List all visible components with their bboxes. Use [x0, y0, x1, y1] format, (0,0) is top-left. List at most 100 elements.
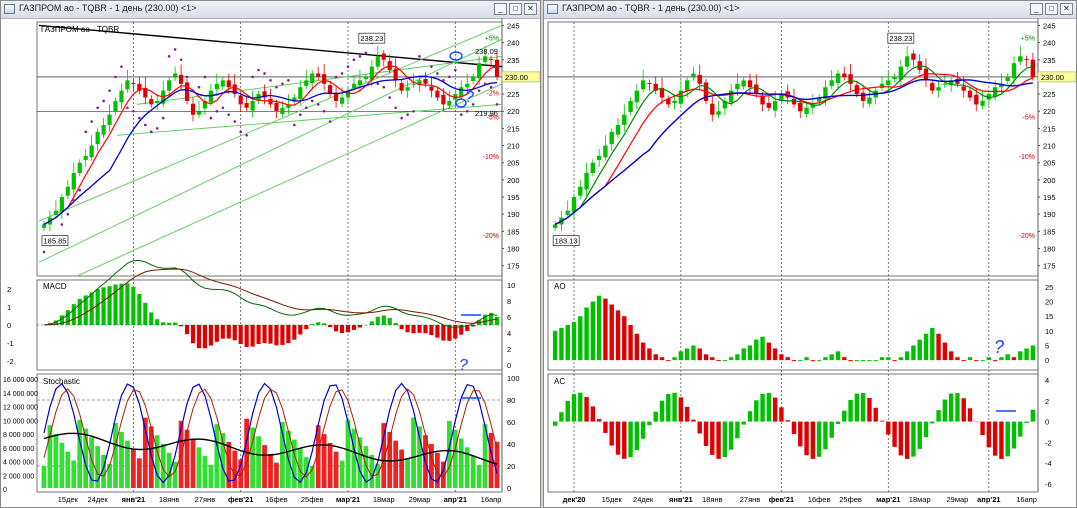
- ao-bar-up: [1005, 354, 1010, 361]
- volume-tick-label: 6 000 000: [3, 446, 34, 453]
- candle-down: [184, 82, 190, 101]
- right-chart-canvas[interactable]: дек'20 15дек 24дек янв'21 18янв 27янв фев'21 16…: [544, 18, 1077, 508]
- minimize-button[interactable]: _: [494, 3, 507, 15]
- candle-down: [747, 80, 753, 88]
- candle-down: [798, 103, 803, 112]
- maximize-button[interactable]: □: [1045, 3, 1058, 15]
- price-tick-label: 175: [1043, 262, 1056, 271]
- candle-up: [477, 63, 482, 79]
- ac-bar-down: [898, 421, 904, 456]
- ac-bar-down: [879, 420, 885, 422]
- candle-up: [741, 80, 746, 87]
- macd-bar-up: [131, 287, 136, 325]
- ac-bar-up: [722, 421, 728, 457]
- ac-bar-down: [886, 421, 891, 435]
- date-tick-label: 25фев: [301, 495, 324, 504]
- peak-callout: 238.23: [889, 34, 912, 43]
- ao-bar-up: [867, 360, 872, 362]
- ao-bar-down: [647, 348, 652, 361]
- right-title-bar[interactable]: ГАЗПРОМ ао - TQBR - 1 день (230.00) <1> …: [544, 1, 1076, 19]
- ao-bar-down: [697, 348, 702, 361]
- sar-dot: [126, 106, 129, 110]
- candle-up: [339, 97, 345, 104]
- ac-bar-up: [754, 400, 759, 422]
- sar-dot: [161, 116, 165, 120]
- ao-bar-up: [873, 360, 878, 362]
- percent-level-label: -5%: [487, 114, 499, 121]
- candle-up: [411, 83, 416, 85]
- macd-bar-down: [399, 325, 404, 330]
- date-tick-label: 29мар: [947, 495, 969, 504]
- close-button[interactable]: ✕: [1060, 3, 1073, 15]
- ao-tick-label: 25: [1045, 283, 1053, 292]
- ao-bar-up: [923, 333, 929, 361]
- sar-dot: [78, 188, 82, 192]
- volume-bar: [113, 423, 118, 488]
- alligator-teeth-red: [554, 73, 1034, 226]
- macd-bar-down: [423, 325, 428, 334]
- sar-dot: [233, 120, 237, 123]
- macd-bar-down: [345, 325, 351, 333]
- volume-bar: [268, 453, 273, 488]
- left-title-bar[interactable]: ГАЗПРОМ ао - TQBR - 1 день (230.00) <1> …: [1, 1, 540, 19]
- candle-up: [1018, 56, 1023, 62]
- minimize-button[interactable]: _: [1030, 3, 1043, 15]
- ao-tick-label: 5: [1045, 342, 1049, 351]
- price-tick-label: 245: [1043, 21, 1056, 30]
- date-tick-label: 16фев: [265, 495, 288, 504]
- price-tick-label: 195: [1043, 193, 1056, 202]
- left-chart-canvas[interactable]: 15дек 24дек янв'21 18янв 27янв фев'21 16фев 25ф…: [1, 18, 541, 508]
- ac-bar-down: [804, 421, 809, 456]
- macd-bar-down: [441, 325, 446, 341]
- ac-bar-up: [948, 393, 954, 422]
- macd-bar-down: [202, 325, 208, 349]
- ao-bar-up: [904, 351, 910, 361]
- volume-bar: [274, 462, 279, 488]
- left-chart-window[interactable]: ГАЗПРОМ ао - TQBR - 1 день (230.00) <1> …: [0, 0, 541, 508]
- volume-bar: [262, 445, 267, 488]
- ao-bar-down: [974, 360, 979, 362]
- sar-dot: [84, 130, 88, 134]
- ac-bar-up: [1024, 421, 1029, 423]
- sar-dot: [293, 123, 296, 127]
- sar-dot: [346, 65, 350, 68]
- ac-bar-up: [728, 421, 734, 450]
- volume-bar: [95, 446, 101, 488]
- macd-bar-down: [357, 325, 363, 328]
- macd-bar-down: [190, 325, 196, 344]
- right-chart-window[interactable]: ГАЗПРОМ ао - TQBR - 1 день (230.00) <1> …: [543, 0, 1077, 508]
- sar-dot: [322, 109, 326, 113]
- volume-tick-label: 4 000 000: [3, 460, 34, 467]
- ac-bar-down: [904, 421, 910, 459]
- date-tick-label: фев'21: [228, 495, 253, 504]
- macd-bar-up: [161, 322, 166, 325]
- ac-bar-up: [552, 421, 558, 426]
- close-button[interactable]: ✕: [524, 3, 537, 15]
- ao-bar-up: [590, 301, 596, 361]
- macd-bar-up: [173, 322, 178, 325]
- macd-bar-down: [298, 325, 303, 335]
- percent-level-label: -20%: [483, 233, 499, 240]
- macd-left-tick: 2: [7, 285, 11, 294]
- macd-bar-down: [238, 325, 243, 345]
- date-tick-label: 18мар: [909, 495, 931, 504]
- sar-dot: [239, 130, 242, 134]
- stoch-right-tick: 80: [507, 396, 515, 405]
- ao-bar-down: [942, 342, 948, 361]
- ao-bar-up: [911, 345, 916, 361]
- ao-bar-down: [609, 304, 614, 361]
- maximize-button[interactable]: □: [509, 3, 522, 15]
- volume-bar: [452, 429, 458, 488]
- macd-bar-up: [393, 323, 398, 325]
- volume-bar: [136, 458, 142, 488]
- ao-bar-up: [754, 339, 759, 361]
- stoch-right-tick: 100: [507, 374, 520, 383]
- sar-dot: [388, 96, 392, 99]
- sar-dot: [155, 127, 159, 130]
- ao-bar-up: [879, 357, 885, 361]
- ao-pane-title: AO: [554, 282, 566, 291]
- main-pane-frame: [547, 21, 1039, 277]
- volume-tick-label: 10 000 000: [3, 418, 38, 425]
- sar-dot: [185, 75, 189, 79]
- candle-up: [628, 100, 633, 112]
